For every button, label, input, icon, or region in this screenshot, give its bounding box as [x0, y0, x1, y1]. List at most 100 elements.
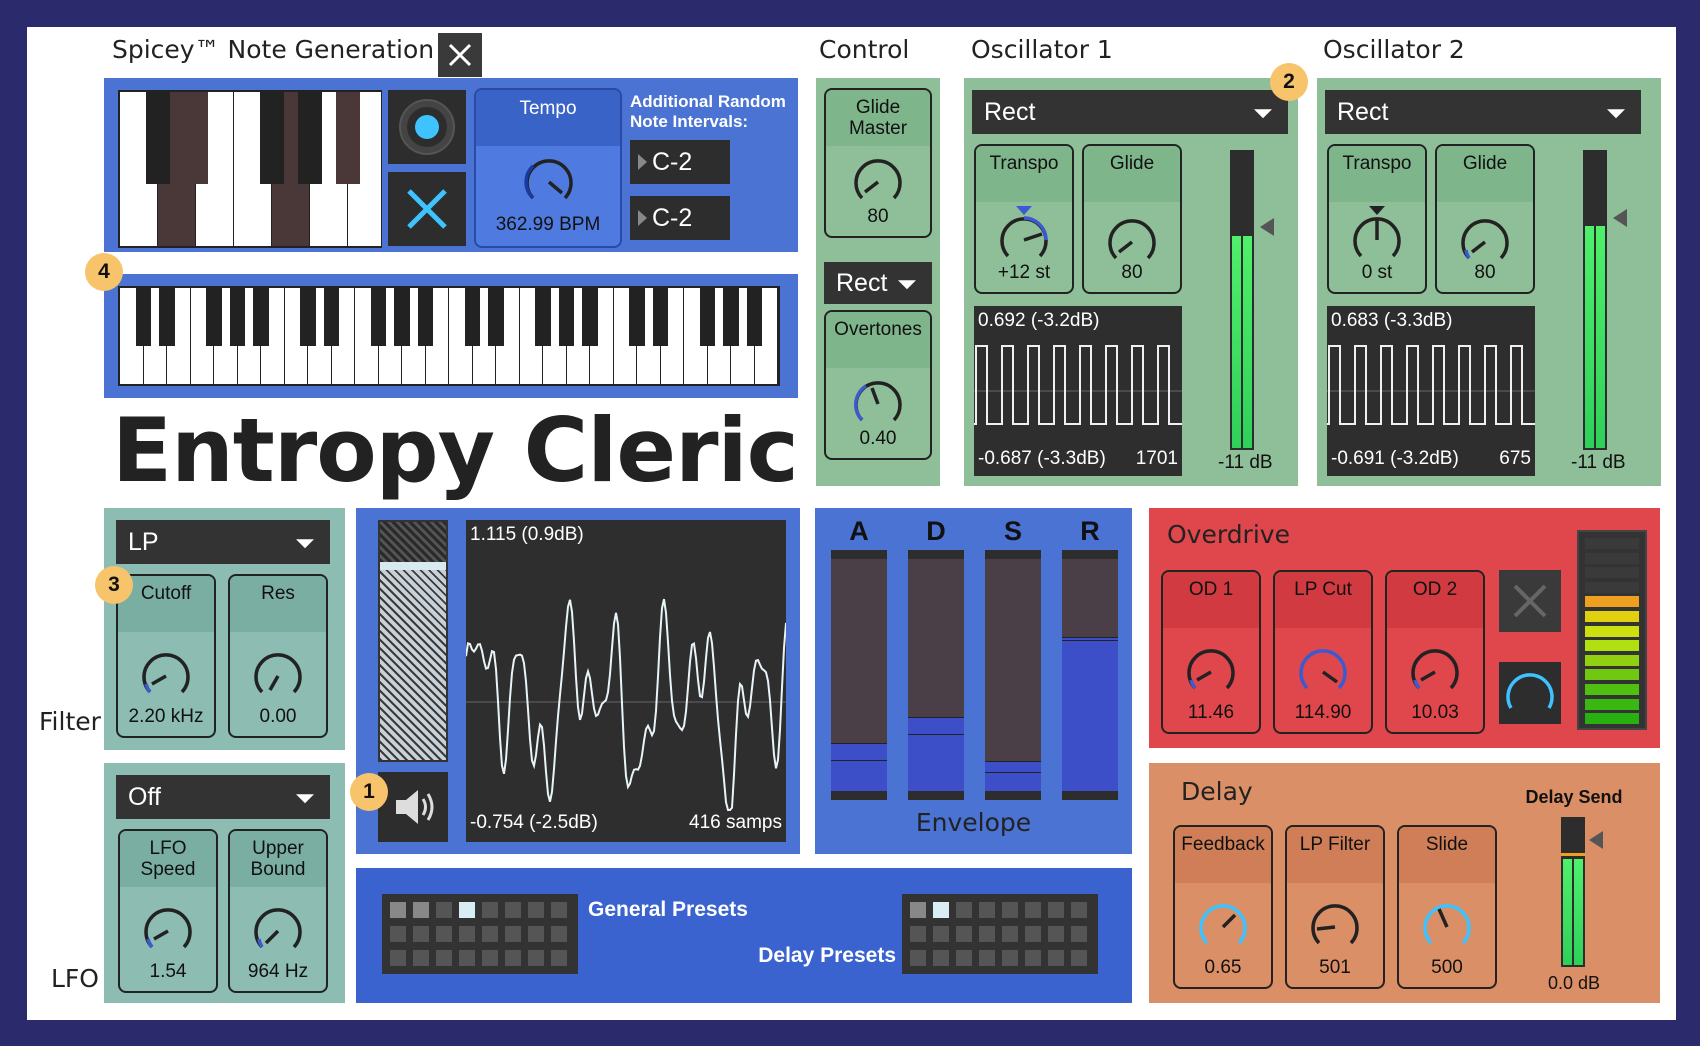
preset-slot[interactable]: [956, 950, 972, 966]
preset-slot[interactable]: [436, 950, 452, 966]
black-key[interactable]: [746, 288, 762, 346]
tempo-knob[interactable]: [523, 156, 575, 208]
preset-slot[interactable]: [482, 926, 498, 942]
overdrive-bypass-button[interactable]: [1499, 570, 1561, 632]
black-key[interactable]: [298, 92, 322, 184]
piano-keyboard[interactable]: [118, 286, 780, 386]
preset-slot[interactable]: [1048, 902, 1064, 918]
black-key[interactable]: [300, 288, 316, 346]
res-knob[interactable]: [252, 650, 304, 702]
lpcut-knob[interactable]: [1297, 646, 1349, 698]
meter-pointer-icon[interactable]: [1260, 218, 1274, 236]
general-presets-grid[interactable]: [382, 894, 578, 974]
osc2-level-meter[interactable]: [1583, 150, 1607, 450]
osc1-wave-select[interactable]: Rect: [972, 90, 1288, 134]
black-key[interactable]: [323, 288, 339, 346]
preset-slot[interactable]: [413, 902, 429, 918]
black-key[interactable]: [488, 288, 504, 346]
preset-slot[interactable]: [436, 902, 452, 918]
preset-slot[interactable]: [505, 950, 521, 966]
black-key[interactable]: [629, 288, 645, 346]
delay-send-meter[interactable]: [1561, 817, 1585, 967]
osc2-transpo-box[interactable]: Transpo 0 st: [1327, 144, 1427, 294]
osc1-transpo-box[interactable]: Transpo +12 st: [974, 144, 1074, 294]
cutoff-knob[interactable]: [140, 650, 192, 702]
preset-slot[interactable]: [413, 950, 429, 966]
speaker-button[interactable]: [378, 772, 448, 842]
black-key[interactable]: [159, 288, 175, 346]
preset-slot[interactable]: [436, 926, 452, 942]
black-key[interactable]: [535, 288, 551, 346]
preset-slot[interactable]: [1071, 926, 1087, 942]
attack-slider[interactable]: [831, 550, 887, 800]
black-key[interactable]: [146, 92, 170, 184]
preset-slot[interactable]: [459, 950, 475, 966]
lpfilter-knob[interactable]: [1309, 901, 1361, 953]
preset-slot[interactable]: [528, 926, 544, 942]
preset-slot[interactable]: [413, 926, 429, 942]
slider-handle[interactable]: [380, 562, 446, 570]
black-key[interactable]: [206, 288, 222, 346]
preset-slot[interactable]: [528, 902, 544, 918]
feedback-knob-box[interactable]: Feedback 0.65: [1173, 825, 1273, 989]
lpcut-knob-box[interactable]: LP Cut 114.90: [1273, 570, 1373, 734]
preset-slot[interactable]: [505, 902, 521, 918]
preset-slot[interactable]: [1025, 926, 1041, 942]
black-key[interactable]: [558, 288, 574, 346]
preset-slot[interactable]: [390, 950, 406, 966]
black-key-active[interactable]: [336, 92, 360, 184]
preset-slot[interactable]: [1048, 950, 1064, 966]
overtones-knob-box[interactable]: Overtones 0.40: [824, 310, 932, 460]
preset-slot[interactable]: [1002, 926, 1018, 942]
preset-slot[interactable]: [459, 926, 475, 942]
osc2-wave-select[interactable]: Rect: [1325, 90, 1641, 134]
black-key-active[interactable]: [184, 92, 208, 184]
black-key[interactable]: [260, 92, 284, 184]
upper-bound-knob-box[interactable]: Upper Bound 964 Hz: [228, 829, 328, 993]
preset-slot[interactable]: [1071, 950, 1087, 966]
preset-slot[interactable]: [910, 950, 926, 966]
preset-slot[interactable]: [933, 926, 949, 942]
preset-slot[interactable]: [551, 950, 567, 966]
osc1-level-meter[interactable]: [1230, 150, 1254, 450]
preset-slot[interactable]: [1071, 902, 1087, 918]
release-slider[interactable]: [1062, 550, 1118, 800]
preset-slot[interactable]: [505, 926, 521, 942]
preset-slot[interactable]: [459, 902, 475, 918]
glide-master-knob[interactable]: [852, 156, 904, 208]
preset-slot[interactable]: [551, 926, 567, 942]
preset-slot[interactable]: [390, 926, 406, 942]
meter-pointer-icon[interactable]: [1613, 209, 1627, 227]
black-key[interactable]: [652, 288, 668, 346]
slide-knob[interactable]: [1421, 901, 1473, 953]
overtones-knob[interactable]: [852, 378, 904, 430]
preset-slot[interactable]: [910, 902, 926, 918]
black-key[interactable]: [370, 288, 386, 346]
preset-slot[interactable]: [1002, 950, 1018, 966]
preset-slot[interactable]: [1002, 902, 1018, 918]
glide-master-knob-box[interactable]: Glide Master 80: [824, 88, 932, 238]
od2-knob[interactable]: [1409, 646, 1461, 698]
output-gain-slider[interactable]: [378, 520, 448, 762]
preset-slot[interactable]: [551, 902, 567, 918]
od2-knob-box[interactable]: OD 2 10.03: [1385, 570, 1485, 734]
osc2-transpo-knob[interactable]: [1348, 206, 1406, 266]
osc2-glide-box[interactable]: Glide 80: [1435, 144, 1535, 294]
od1-knob-box[interactable]: OD 1 11.46: [1161, 570, 1261, 734]
lfo-target-select[interactable]: Off: [116, 775, 330, 819]
sustain-slider[interactable]: [985, 550, 1041, 800]
preset-slot[interactable]: [956, 902, 972, 918]
lpfilter-knob-box[interactable]: LP Filter 501: [1285, 825, 1385, 989]
preset-slot[interactable]: [390, 902, 406, 918]
od1-knob[interactable]: [1185, 646, 1237, 698]
lfo-speed-knob[interactable]: [142, 905, 194, 957]
black-key[interactable]: [464, 288, 480, 346]
black-key[interactable]: [394, 288, 410, 346]
preset-slot[interactable]: [979, 902, 995, 918]
upper-bound-knob[interactable]: [252, 905, 304, 957]
preset-slot[interactable]: [979, 926, 995, 942]
black-key[interactable]: [135, 288, 151, 346]
preset-slot[interactable]: [933, 950, 949, 966]
meter-pointer-icon[interactable]: [1589, 831, 1603, 849]
preset-slot[interactable]: [1025, 902, 1041, 918]
